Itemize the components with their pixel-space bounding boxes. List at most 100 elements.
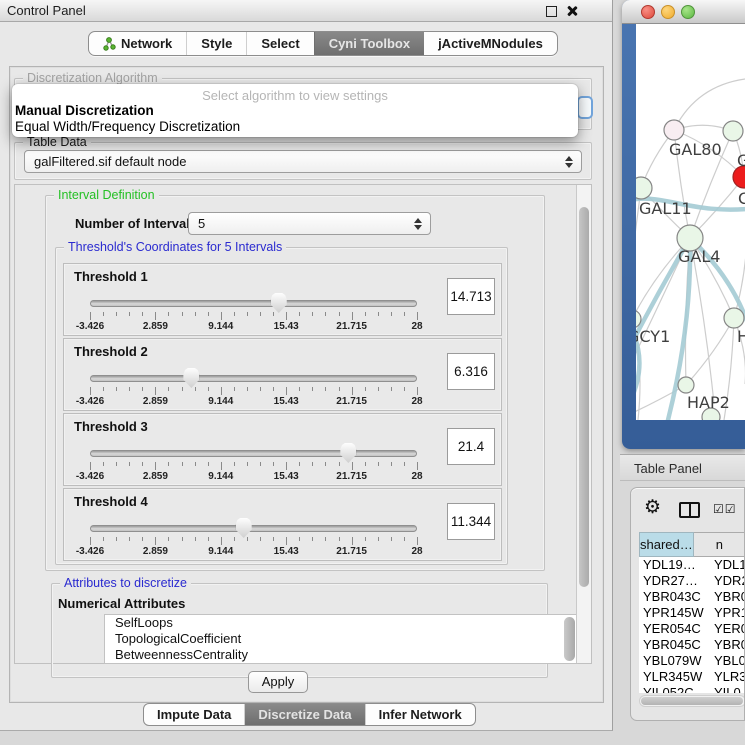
cell-shared-name[interactable]: YER054C xyxy=(639,621,711,637)
threshold-value-field[interactable]: 21.4 xyxy=(447,428,495,465)
close-icon[interactable] xyxy=(566,5,578,17)
table-row[interactable]: YPR145WYPR1 xyxy=(639,605,745,621)
node-label: GAL80 xyxy=(669,140,722,159)
cell-name[interactable]: YLR3 xyxy=(711,669,745,685)
tab-label: Style xyxy=(201,36,232,51)
slider-ticks xyxy=(90,312,417,320)
attributes-list-scrollbar[interactable] xyxy=(564,617,575,661)
dropdown-item-equal-width-frequency[interactable]: Equal Width/Frequency Discretization xyxy=(15,119,240,134)
threshold-value-field[interactable]: 11.344 xyxy=(447,503,495,540)
slider-thumb[interactable] xyxy=(271,293,287,313)
table-row[interactable]: YIL052CYIL0 xyxy=(639,685,745,693)
network-canvas[interactable]: GAL80GAGAL11CGAL4GCY1HHAP2 xyxy=(636,24,745,420)
network-window-titlebar xyxy=(622,0,745,24)
close-traffic-light-icon[interactable] xyxy=(641,5,655,19)
scrollbar-thumb[interactable] xyxy=(641,697,743,705)
cell-shared-name[interactable]: YBR045C xyxy=(639,637,711,653)
slider-ticks xyxy=(90,387,417,395)
cell-shared-name[interactable]: YIL052C xyxy=(639,685,711,693)
scrollbar-thumb[interactable] xyxy=(579,207,589,587)
slider-thumb[interactable] xyxy=(340,443,356,463)
attributes-group: Attributes to discretize Numerical Attri… xyxy=(51,583,548,678)
network-node[interactable] xyxy=(723,121,743,141)
threshold-1-slider[interactable]: -3.4262.8599.14415.4321.71528 xyxy=(90,296,417,334)
dropdown-item-manual-discretization[interactable]: Manual Discretization xyxy=(15,103,154,118)
tab-select[interactable]: Select xyxy=(246,32,313,55)
network-node[interactable] xyxy=(664,120,684,140)
slider-thumb[interactable] xyxy=(183,368,199,388)
threshold-3-panel: Threshold 3 -3.4262.8599.14415.4321.7152… xyxy=(63,413,502,486)
cell-name[interactable]: YBL0 xyxy=(711,653,745,669)
tab-network[interactable]: Network xyxy=(89,32,186,55)
threshold-label: Threshold 2 xyxy=(74,344,148,359)
cell-name[interactable]: YPR1 xyxy=(711,605,745,621)
attribute-list-item[interactable]: SelfLoops xyxy=(105,615,577,631)
slider-track[interactable] xyxy=(90,375,417,382)
settings-scroll-region: Interval Definition Number of Intervals … xyxy=(14,184,592,664)
table-row[interactable]: YLR345WYLR3 xyxy=(639,669,745,685)
cell-name[interactable]: YBR0 xyxy=(711,589,745,605)
network-node[interactable] xyxy=(678,377,694,393)
threshold-label: Threshold 3 xyxy=(74,419,148,434)
threshold-value-field[interactable]: 14.713 xyxy=(447,278,495,315)
column-header-shared-name[interactable]: shared… xyxy=(639,532,694,557)
attribute-list-item[interactable]: BetweennessCentrality xyxy=(105,647,577,663)
network-node[interactable] xyxy=(636,177,652,199)
split-columns-icon[interactable] xyxy=(679,502,700,518)
tab-impute-data[interactable]: Impute Data xyxy=(144,704,244,725)
number-of-intervals-value: 5 xyxy=(198,216,205,231)
node-label: GCY1 xyxy=(636,327,670,346)
table-row[interactable]: YBL079WYBL0 xyxy=(639,653,745,669)
minimize-traffic-light-icon[interactable] xyxy=(661,5,675,19)
tab-label: jActiveMNodules xyxy=(438,36,543,51)
slider-track[interactable] xyxy=(90,525,417,532)
number-of-intervals-combobox[interactable]: 5 xyxy=(188,212,431,235)
cell-name[interactable]: YIL0 xyxy=(711,685,745,693)
algorithm-combobox-focus-ring[interactable] xyxy=(577,96,593,119)
threshold-4-slider[interactable]: -3.4262.8599.14415.4321.71528 xyxy=(90,521,417,559)
table-panel-titlebar: Table Panel xyxy=(620,454,745,481)
zoom-traffic-light-icon[interactable] xyxy=(681,5,695,19)
table-row[interactable]: YBR045CYBR0 xyxy=(639,637,745,653)
table-row[interactable]: YDR27…YDR2 xyxy=(639,573,745,589)
table-row[interactable]: YDL19…YDL1 xyxy=(639,557,745,573)
tab-infer-network[interactable]: Infer Network xyxy=(365,704,475,725)
tab-label: Impute Data xyxy=(157,707,231,722)
tab-jactivemnodules[interactable]: jActiveMNodules xyxy=(424,32,557,55)
tab-discretize-data[interactable]: Discretize Data xyxy=(244,704,364,725)
threshold-value-field[interactable]: 6.316 xyxy=(447,353,495,390)
threshold-3-slider[interactable]: -3.4262.8599.14415.4321.71528 xyxy=(90,446,417,484)
settings-vertical-scrollbar[interactable] xyxy=(576,185,591,663)
gear-icon[interactable]: ⚙ xyxy=(644,498,661,517)
numerical-attributes-list[interactable]: SelfLoopsTopologicalCoefficientBetweenne… xyxy=(104,614,578,664)
cell-name[interactable]: YBR0 xyxy=(711,637,745,653)
column-header-name[interactable]: n xyxy=(694,532,745,557)
cell-shared-name[interactable]: YDL19… xyxy=(639,557,711,573)
cell-shared-name[interactable]: YBL079W xyxy=(639,653,711,669)
network-node[interactable] xyxy=(724,308,744,328)
table-row[interactable]: YBR043CYBR0 xyxy=(639,589,745,605)
slider-thumb[interactable] xyxy=(236,518,252,538)
cell-shared-name[interactable]: YLR345W xyxy=(639,669,711,685)
cell-name[interactable]: YER0 xyxy=(711,621,745,637)
table-horizontal-scrollbar[interactable] xyxy=(639,695,745,707)
tab-style[interactable]: Style xyxy=(186,32,246,55)
table-data-combobox[interactable]: galFiltered.sif default node xyxy=(24,150,582,173)
tab-cyni-toolbox[interactable]: Cyni Toolbox xyxy=(314,32,424,55)
float-window-icon[interactable] xyxy=(546,6,557,17)
cell-name[interactable]: YDL1 xyxy=(711,557,745,573)
slider-track[interactable] xyxy=(90,300,417,307)
apply-button[interactable]: Apply xyxy=(248,671,308,693)
threshold-2-slider[interactable]: -3.4262.8599.14415.4321.71528 xyxy=(90,371,417,409)
cyni-bottom-tabbar: Impute Data Discretize Data Infer Networ… xyxy=(143,703,476,726)
cell-name[interactable]: YDR2 xyxy=(711,573,745,589)
checkbox-columns-icon[interactable]: ☑☑ xyxy=(713,502,737,516)
cell-shared-name[interactable]: YDR27… xyxy=(639,573,711,589)
network-view-window[interactable]: GAL80GAGAL11CGAL4GCY1HHAP2 xyxy=(622,0,745,449)
cell-shared-name[interactable]: YBR043C xyxy=(639,589,711,605)
slider-tick-labels: -3.4262.8599.14415.4321.71528 xyxy=(90,321,417,333)
attribute-list-item[interactable]: TopologicalCoefficient xyxy=(105,631,577,647)
table-row[interactable]: YER054CYER0 xyxy=(639,621,745,637)
cell-shared-name[interactable]: YPR145W xyxy=(639,605,711,621)
slider-track[interactable] xyxy=(90,450,417,457)
